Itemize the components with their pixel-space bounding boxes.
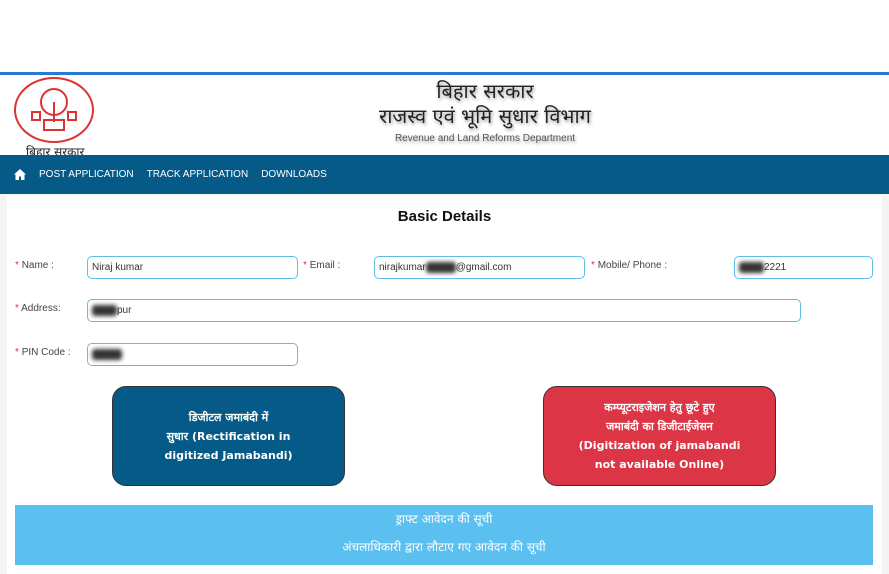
email-input[interactable]: nirajkumarxxxxxx@gmail.com [374, 256, 585, 279]
address-input[interactable]: xxxxxpur [87, 299, 801, 322]
name-input[interactable]: Niraj kumar [87, 256, 298, 279]
returned-applications-link[interactable]: अंचलाधिकारी द्वारा लौटाए गए आवेदन की सूच… [15, 533, 873, 561]
btn-line: जमाबंदी का डिजीटाईजेसन [606, 420, 713, 433]
department-title: बिहार सरकार राजस्व एवं भूमि सुधार विभाग … [370, 79, 600, 144]
btn-line: (Digitization of jamabandi [578, 439, 741, 452]
btn-line: सुधार (Rectification in [166, 429, 291, 443]
site-header: बिहार सरकार बिहार सरकार राजस्व एवं भूमि … [0, 75, 889, 159]
home-icon[interactable] [14, 169, 26, 180]
draft-applications-link[interactable]: ड्राफ्ट आवेदन की सूची [15, 505, 873, 533]
rectification-button[interactable]: डिजीटल जमाबंदी में सुधार (Rectification … [112, 386, 345, 486]
mobile-label: * Mobile/ Phone : [591, 260, 668, 271]
title-line-1: बिहार सरकार [436, 79, 534, 103]
btn-line: कम्प्यूटराइजेशन हेतु छूटे हुए [604, 401, 715, 414]
btn-line: डिजीटल जमाबंदी में [188, 410, 269, 424]
name-label: * Name : [15, 260, 54, 271]
title-subtitle: Revenue and Land Reforms Department [394, 133, 576, 144]
pin-input[interactable]: xxxxxx [87, 343, 298, 366]
bihar-emblem-logo [14, 77, 94, 143]
btn-line: digitized Jamabandi) [164, 448, 293, 462]
nav-post-application[interactable]: POST APPLICATION [39, 169, 134, 180]
main-nav: POST APPLICATION TRACK APPLICATION DOWNL… [0, 155, 889, 194]
title-line-2: राजस्व एवं भूमि सुधार विभाग [379, 104, 591, 128]
address-label: * Address: [15, 303, 61, 314]
nav-track-application[interactable]: TRACK APPLICATION [147, 169, 249, 180]
page-title: Basic Details [397, 208, 492, 225]
basic-details-card: Basic Details * Name : Niraj kumar * Ema… [7, 196, 882, 574]
btn-line: not available Online) [594, 458, 725, 471]
main-content: Basic Details * Name : Niraj kumar * Ema… [0, 194, 889, 574]
pin-label: * PIN Code : [15, 347, 71, 358]
nav-downloads[interactable]: DOWNLOADS [261, 169, 327, 180]
digitization-button[interactable]: कम्प्यूटराइजेशन हेतु छूटे हुए जमाबंदी का… [543, 386, 776, 486]
email-label: * Email : [303, 260, 341, 271]
application-lists-panel: ड्राफ्ट आवेदन की सूची अंचलाधिकारी द्वारा… [15, 505, 873, 565]
mobile-input[interactable]: xxxxx2221 [734, 256, 873, 279]
